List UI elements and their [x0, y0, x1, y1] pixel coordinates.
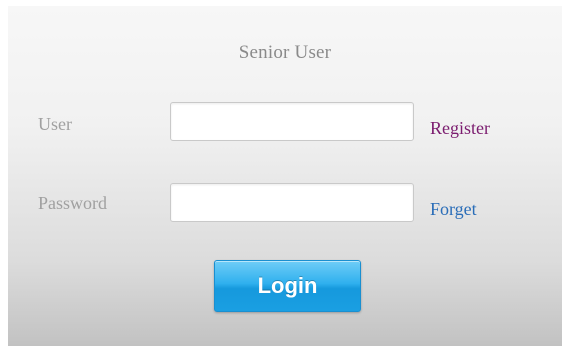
login-button[interactable]: Login — [214, 260, 361, 312]
register-link[interactable]: Register — [430, 118, 490, 139]
user-input[interactable] — [170, 102, 414, 141]
form-title: Senior User — [238, 42, 332, 63]
password-label: Password — [38, 193, 108, 213]
password-input[interactable] — [170, 183, 414, 222]
login-panel: Senior User User Register Password Forge… — [8, 6, 562, 346]
user-label: User — [38, 114, 72, 134]
forget-link[interactable]: Forget — [430, 199, 477, 220]
